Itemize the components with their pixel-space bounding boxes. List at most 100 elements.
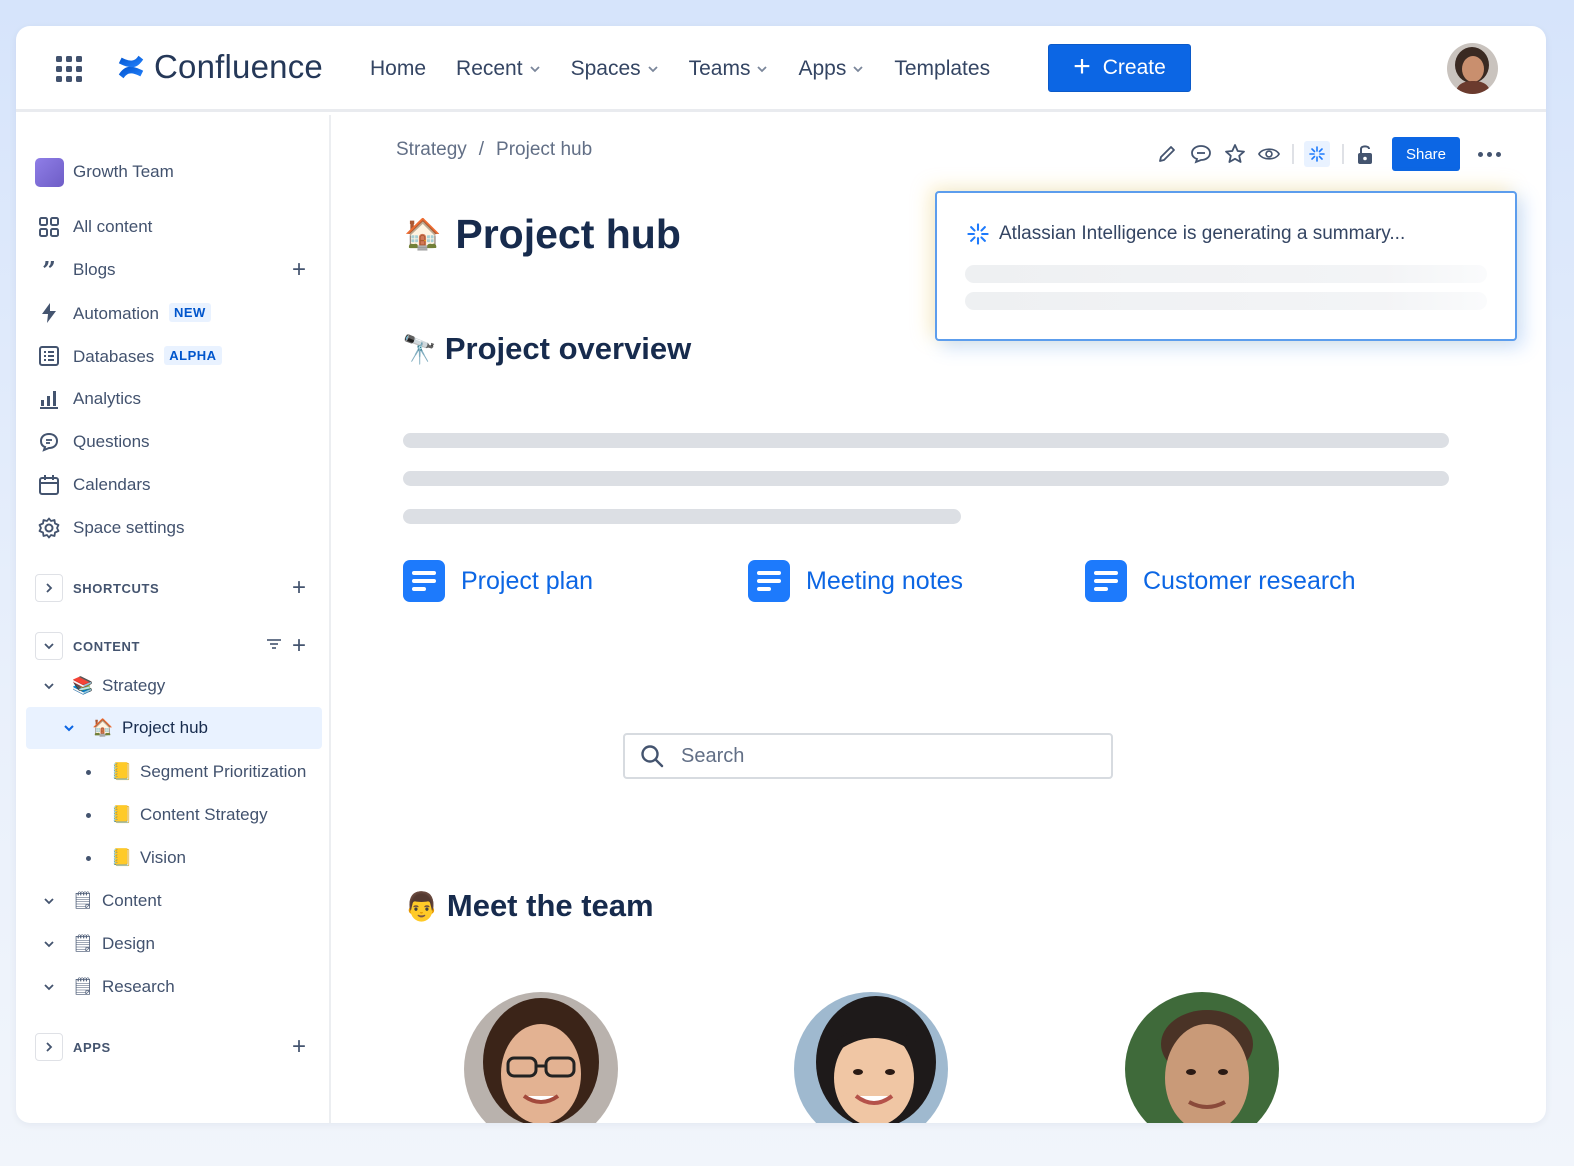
- bullet-icon: [86, 812, 91, 818]
- chevron-down-icon[interactable]: [42, 894, 56, 908]
- search-input[interactable]: [681, 744, 1081, 768]
- space-sidebar: Growth Team All content ” Blogs + Automa…: [16, 115, 331, 1123]
- create-button[interactable]: + Create: [1048, 44, 1191, 92]
- chevron-right-icon[interactable]: [35, 574, 63, 602]
- app-switcher-icon[interactable]: [56, 56, 82, 82]
- ai-summary-title: Atlassian Intelligence is generating a s…: [967, 223, 1405, 245]
- sidebar-item-databases[interactable]: Databases ALPHA: [16, 336, 316, 376]
- sidebar-item-analytics[interactable]: Analytics: [16, 379, 316, 419]
- page-title-text: Project hub: [455, 211, 681, 257]
- gear-icon: [38, 517, 60, 539]
- content-section-header[interactable]: CONTENT +: [16, 626, 316, 666]
- quote-icon: ”: [42, 255, 56, 285]
- project-overview-heading: 🔭 Project overview: [402, 331, 691, 367]
- loading-skeleton-bar: [965, 292, 1487, 310]
- nav-spaces[interactable]: Spaces: [571, 57, 659, 81]
- watch-eye-icon[interactable]: [1258, 143, 1280, 165]
- page-toolbar: Share: [1156, 136, 1501, 172]
- atlassian-intelligence-icon: [967, 223, 989, 245]
- chevron-down-icon[interactable]: [42, 980, 56, 994]
- comment-icon[interactable]: [1190, 143, 1212, 165]
- tree-item-label: Project hub: [122, 718, 208, 737]
- document-icon: [748, 560, 790, 602]
- chevron-down-icon: [529, 66, 540, 73]
- database-icon: [38, 345, 60, 367]
- share-button[interactable]: Share: [1392, 137, 1460, 171]
- tree-item-vision[interactable]: 📒 Vision: [16, 838, 316, 878]
- chevron-down-icon[interactable]: [35, 632, 63, 660]
- tree-item-label: Content: [102, 891, 162, 910]
- loading-skeleton-bar: [403, 433, 1449, 448]
- chevron-down-icon[interactable]: [42, 937, 56, 951]
- link-label: Project plan: [461, 566, 594, 595]
- tree-item-segment-prioritization[interactable]: 📒 Segment Prioritization: [16, 752, 316, 792]
- app-name: Confluence: [154, 48, 323, 85]
- sidebar-item-blogs[interactable]: ” Blogs +: [16, 250, 316, 290]
- confluence-logo-icon: [118, 55, 144, 79]
- breadcrumb-project-hub[interactable]: Project hub: [496, 139, 592, 161]
- team-member-photo: [794, 992, 948, 1123]
- chevron-down-icon[interactable]: [42, 679, 56, 693]
- nav-spaces-label: Spaces: [570, 57, 641, 80]
- space-avatar: [35, 157, 64, 187]
- telescope-icon: 🔭: [402, 333, 437, 365]
- tree-item-label: Research: [102, 977, 175, 996]
- content-label: CONTENT: [73, 638, 141, 654]
- tree-item-research[interactable]: 🗒 Research: [16, 967, 316, 1007]
- nav-templates[interactable]: Templates: [894, 57, 990, 81]
- tree-item-project-hub[interactable]: 🏠 Project hub: [16, 708, 316, 748]
- nav-templates-label: Templates: [894, 57, 991, 80]
- add-app-plus-icon[interactable]: +: [292, 1033, 306, 1061]
- bullet-icon: [86, 769, 91, 775]
- team-member-photo: [1125, 992, 1279, 1123]
- chevron-down-icon[interactable]: [62, 721, 76, 735]
- document-icon: [403, 560, 445, 602]
- more-actions-icon[interactable]: [1478, 151, 1501, 157]
- unlock-icon[interactable]: [1354, 143, 1376, 165]
- alpha-badge: ALPHA: [164, 345, 222, 365]
- primary-nav: Home Recent Spaces Teams Apps Templates: [370, 26, 1020, 112]
- sidebar-item-label: Automation NEW: [73, 302, 211, 324]
- automation-label: Automation: [73, 303, 159, 323]
- nav-home[interactable]: Home: [370, 57, 426, 81]
- add-content-plus-icon[interactable]: +: [292, 632, 306, 660]
- add-blog-plus-icon[interactable]: +: [292, 256, 306, 284]
- share-label: Share: [1405, 145, 1447, 163]
- notebook-icon: 📒: [111, 805, 133, 824]
- sidebar-item-label: Calendars: [73, 475, 151, 494]
- breadcrumb-strategy[interactable]: Strategy: [396, 139, 467, 161]
- chevron-right-icon[interactable]: [35, 1033, 63, 1061]
- user-avatar[interactable]: [1447, 43, 1498, 94]
- tree-item-design[interactable]: 🗒 Design: [16, 924, 316, 964]
- sidebar-item-space-settings[interactable]: Space settings: [16, 508, 316, 548]
- nav-apps[interactable]: Apps: [798, 57, 864, 81]
- toolbar-divider: [1292, 144, 1294, 164]
- sidebar-item-automation[interactable]: Automation NEW: [16, 293, 316, 333]
- nav-teams[interactable]: Teams: [689, 57, 769, 81]
- sidebar-item-calendars[interactable]: Calendars: [16, 465, 316, 505]
- nav-recent[interactable]: Recent: [456, 57, 541, 81]
- bullet-icon: [86, 855, 91, 861]
- filter-icon[interactable]: [266, 636, 282, 656]
- sidebar-item-all-content[interactable]: All content: [16, 207, 316, 247]
- sidebar-item-questions[interactable]: Questions: [16, 422, 316, 462]
- star-icon[interactable]: [1224, 143, 1246, 165]
- apps-label: APPS: [73, 1039, 111, 1055]
- link-project-plan[interactable]: Project plan: [403, 560, 593, 602]
- confluence-logo[interactable]: Confluence: [116, 48, 323, 86]
- tree-item-content[interactable]: 🗒 Content: [16, 881, 316, 921]
- search-field[interactable]: [623, 733, 1113, 779]
- shortcuts-section-header[interactable]: SHORTCUTS +: [16, 568, 316, 608]
- tree-item-strategy[interactable]: 📚 Strategy: [16, 666, 316, 706]
- pencil-icon[interactable]: [1156, 143, 1178, 165]
- person-icon: 👨: [404, 890, 439, 922]
- link-customer-research[interactable]: Customer research: [1085, 560, 1356, 602]
- databases-label: Databases: [73, 346, 155, 366]
- tree-item-content-strategy[interactable]: 📒 Content Strategy: [16, 795, 316, 835]
- atlassian-intelligence-icon[interactable]: [1304, 141, 1330, 167]
- apps-section-header[interactable]: APPS +: [16, 1027, 316, 1067]
- link-meeting-notes[interactable]: Meeting notes: [748, 560, 963, 602]
- space-header[interactable]: Growth Team: [16, 152, 316, 192]
- add-shortcut-plus-icon[interactable]: +: [292, 574, 306, 602]
- notebook-icon: 📒: [111, 848, 133, 867]
